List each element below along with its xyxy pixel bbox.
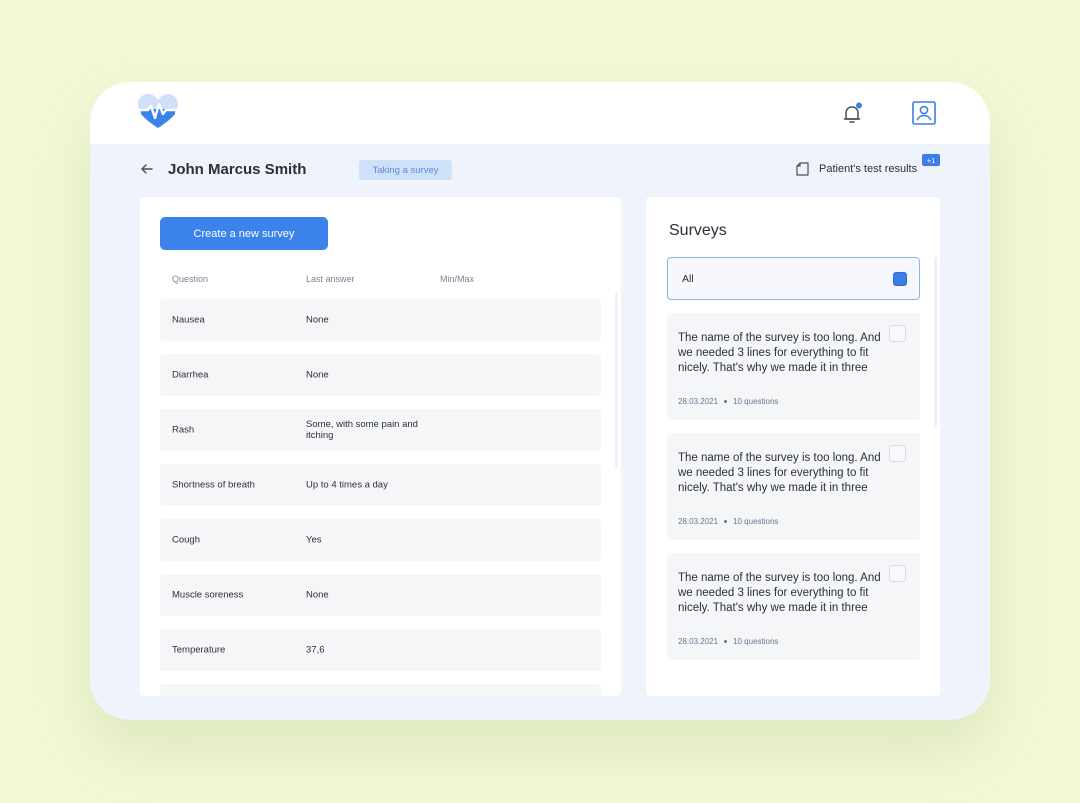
survey-card[interactable]: The name of the survey is too long. And … [667, 553, 920, 660]
survey-checkbox[interactable] [889, 565, 906, 582]
document-icon [796, 162, 809, 176]
survey-meta: 28.03.2021 10 questions [678, 637, 778, 646]
survey-date: 28.03.2021 [678, 397, 719, 406]
separator-dot [724, 520, 728, 523]
survey-card[interactable]: The name of the survey is too long. And … [667, 433, 920, 540]
bell-icon[interactable] [840, 102, 864, 126]
question-name: Temperature [172, 644, 226, 656]
last-answer: Up to 4 times a day [306, 479, 388, 491]
survey-question-count: 10 questions [733, 517, 779, 526]
table-row[interactable]: Cough Yes [160, 519, 601, 561]
question-name: Shortness of breath [172, 479, 255, 491]
last-answer: 37,6 [306, 644, 325, 656]
column-header-last-answer: Last answer [306, 274, 355, 284]
user-profile-icon[interactable] [911, 100, 937, 126]
survey-question-count: 10 questions [733, 397, 779, 406]
question-name: Diarrhea [172, 369, 209, 381]
scrollbar[interactable] [934, 257, 937, 427]
surveys-title: Surveys [669, 222, 727, 239]
survey-checkbox[interactable] [889, 325, 906, 342]
table-row[interactable]: Temperature 37,6 [160, 629, 601, 671]
survey-question-count: 10 questions [733, 637, 779, 646]
test-results-link[interactable]: Patient's test results [796, 162, 917, 176]
survey-title: The name of the survey is too long. And … [678, 572, 881, 614]
questions-list: Nausea None Diarrhea None Rash Some, wit… [160, 299, 601, 696]
filter-all-checkbox[interactable] [893, 272, 907, 286]
top-bar [90, 82, 990, 144]
scrollbar[interactable] [615, 293, 618, 468]
last-answer: Some, with some pain and itching [306, 419, 418, 441]
survey-date: 28.03.2021 [678, 637, 719, 646]
survey-title: The name of the survey is too long. And … [678, 332, 881, 374]
table-row[interactable]: Nausea None [160, 299, 601, 341]
survey-date: 28.03.2021 [678, 517, 719, 526]
status-badge: Taking a survey [359, 160, 452, 180]
survey-card[interactable]: The name of the survey is too long. And … [667, 313, 920, 420]
last-answer: Yes [306, 534, 322, 546]
app-window: John Marcus Smith Taking a survey Patien… [90, 82, 990, 720]
question-name: Rash [172, 424, 195, 436]
last-answer: None [306, 369, 329, 381]
table-row[interactable]: Shortness of breath Up to 4 times a day [160, 464, 601, 506]
test-results-label: Patient's test results [819, 163, 918, 175]
question-name: Nausea [172, 314, 205, 326]
column-header-min-max: Min/Max [440, 274, 475, 284]
test-results-count-badge: +1 [922, 154, 940, 166]
survey-meta: 28.03.2021 10 questions [678, 397, 778, 406]
heart-pulse-icon[interactable] [138, 94, 178, 130]
survey-checkbox[interactable] [889, 445, 906, 462]
separator-dot [724, 400, 728, 403]
last-answer: None [306, 589, 329, 601]
table-row[interactable]: Rash Some, with some pain and itching [160, 409, 601, 451]
create-survey-button[interactable]: Create a new survey [160, 217, 328, 250]
table-row[interactable]: Muscle soreness None [160, 574, 601, 616]
filter-all[interactable]: All [667, 257, 920, 300]
survey-title: The name of the survey is too long. And … [678, 452, 881, 494]
column-header-question: Question [172, 274, 209, 284]
last-answer: None [306, 314, 329, 326]
table-row[interactable] [160, 684, 601, 696]
questions-panel: Create a new survey Question Last answer… [140, 197, 621, 696]
filter-all-label: All [682, 273, 694, 285]
surveys-panel: Surveys All The name of the survey is to… [646, 197, 940, 696]
question-name: Muscle soreness [172, 589, 244, 601]
question-name: Cough [172, 534, 200, 546]
back-arrow-icon[interactable] [140, 162, 154, 176]
patient-name: John Marcus Smith [168, 161, 307, 178]
table-row[interactable]: Diarrhea None [160, 354, 601, 396]
survey-meta: 28.03.2021 10 questions [678, 517, 778, 526]
separator-dot [724, 640, 728, 643]
